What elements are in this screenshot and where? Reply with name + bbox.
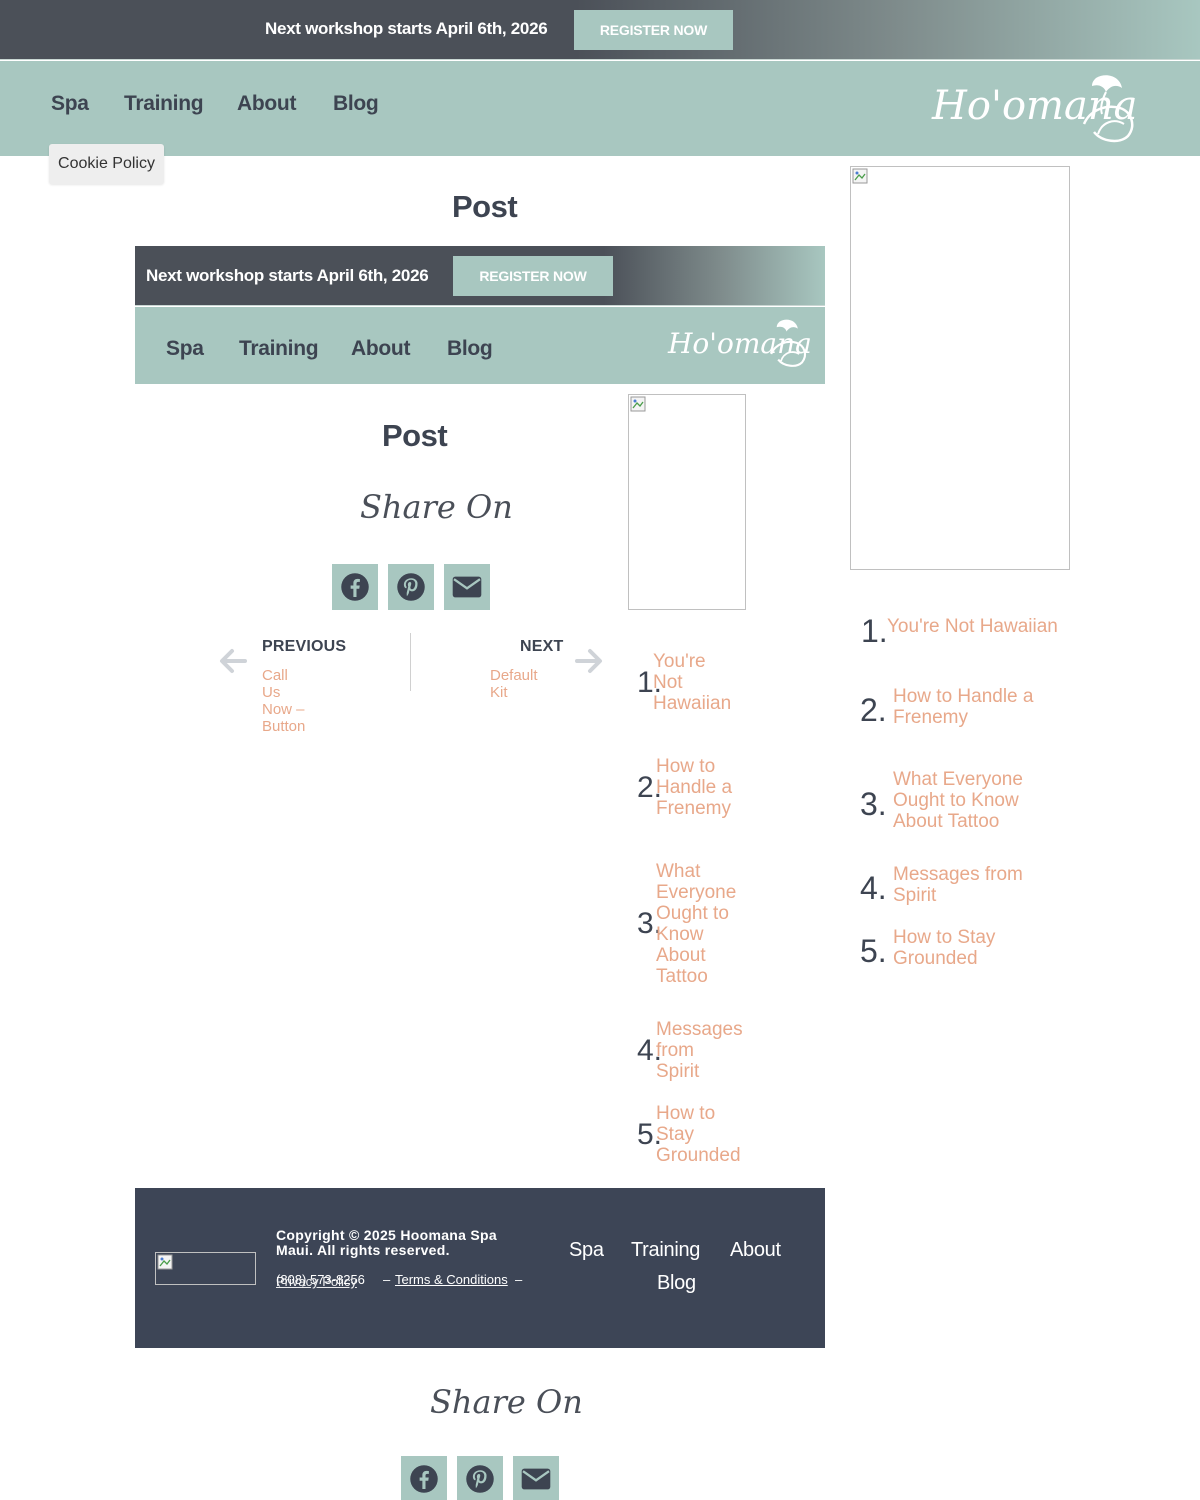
post-nav-divider	[410, 633, 411, 691]
nav-item-about[interactable]: About	[351, 337, 410, 361]
announcement-text: Next workshop starts April 6th, 2026	[265, 19, 548, 38]
footer-nav-blog[interactable]: Blog	[657, 1272, 696, 1295]
separator: –	[383, 1272, 391, 1287]
post-link[interactable]: How to Handle a Frenemy	[656, 756, 738, 819]
nav-item-about[interactable]: About	[237, 92, 296, 116]
list-number: 1.	[861, 613, 888, 649]
share-email-button[interactable]	[444, 564, 490, 610]
broken-image-icon	[157, 1254, 173, 1270]
share-on-heading: Share On	[360, 488, 513, 526]
post-link[interactable]: Messages from Spirit	[893, 864, 1033, 906]
post-link[interactable]: What Everyone Ought to Know About Tattoo	[893, 769, 1033, 832]
inner-page-title: Post	[382, 418, 448, 453]
previous-title: Call Us Now – Button	[262, 667, 306, 735]
post-link[interactable]: How to Stay Grounded	[656, 1103, 742, 1166]
arrow-right-icon	[575, 649, 602, 673]
wave-logo-icon	[770, 319, 807, 367]
list-number: 3.	[860, 786, 887, 822]
post-link[interactable]: You're Not Hawaiian	[887, 616, 1067, 637]
nav-item-training[interactable]: Training	[124, 92, 204, 116]
broken-image-icon	[630, 396, 646, 412]
list-number: 5.	[860, 933, 887, 969]
nav-item-spa[interactable]: Spa	[166, 337, 204, 361]
broken-image-icon	[852, 168, 868, 184]
nav-item-training[interactable]: Training	[239, 337, 319, 361]
next-label: NEXT	[520, 638, 564, 655]
site-footer: Copyright © 2025 Hoomana Spa Maui. All r…	[135, 1188, 825, 1348]
pinterest-icon	[397, 573, 425, 601]
facebook-icon	[341, 573, 369, 601]
share-pinterest-button[interactable]	[388, 564, 434, 610]
list-number: 2.	[860, 692, 887, 728]
previous-label: PREVIOUS	[262, 638, 347, 655]
footer-nav-spa[interactable]: Spa	[569, 1239, 604, 1262]
announcement-bar: Next workshop starts April 6th, 2026 REG…	[0, 0, 1200, 60]
footer-nav-about[interactable]: About	[730, 1239, 781, 1262]
announcement-text: Next workshop starts April 6th, 2026	[146, 266, 429, 285]
facebook-icon	[410, 1465, 438, 1493]
nav-item-blog[interactable]: Blog	[447, 337, 493, 361]
post-link[interactable]: What Everyone Ought to Know About Tattoo	[656, 861, 738, 987]
post-link[interactable]: How to Stay Grounded	[893, 927, 1023, 969]
cookie-policy-button[interactable]: Cookie Policy	[49, 144, 164, 184]
privacy-link[interactable]: Privacy Policy	[276, 1274, 357, 1289]
separator: –	[515, 1272, 523, 1287]
next-title: Default Kit	[490, 667, 538, 701]
envelope-icon	[452, 576, 482, 598]
nav-item-spa[interactable]: Spa	[51, 92, 89, 116]
pinterest-icon	[466, 1465, 494, 1493]
inner-announcement-bar: Next workshop starts April 6th, 2026 REG…	[135, 246, 825, 306]
page-title: Post	[452, 189, 518, 224]
post-link[interactable]: How to Handle a Frenemy	[893, 686, 1043, 728]
share-on-heading: Share On	[430, 1383, 583, 1421]
envelope-icon	[521, 1468, 551, 1490]
inner-main-nav: Spa Training About Blog Ho'omana	[135, 307, 825, 384]
share-facebook-button[interactable]	[401, 1456, 447, 1500]
post-link[interactable]: Messages from Spirit	[656, 1019, 743, 1082]
footer-logo-image	[155, 1252, 256, 1285]
copyright-text: Copyright © 2025 Hoomana Spa Maui. All r…	[276, 1227, 497, 1258]
post-link[interactable]: You're Not Hawaiian	[653, 651, 733, 714]
sidebar-image	[850, 166, 1070, 570]
register-now-button[interactable]: REGISTER NOW	[574, 10, 733, 50]
share-pinterest-button[interactable]	[457, 1456, 503, 1500]
list-number: 4.	[860, 870, 887, 906]
terms-link[interactable]: Terms & Conditions	[395, 1272, 508, 1287]
register-now-button[interactable]: REGISTER NOW	[453, 256, 613, 296]
share-facebook-button[interactable]	[332, 564, 378, 610]
arrow-left-icon	[220, 649, 247, 673]
nav-item-blog[interactable]: Blog	[333, 92, 379, 116]
footer-nav-training[interactable]: Training	[631, 1239, 700, 1262]
share-email-button[interactable]	[513, 1456, 559, 1500]
main-nav: Spa Training About Blog Ho'omana	[0, 61, 1200, 156]
inner-sidebar-image	[628, 394, 746, 610]
wave-logo-icon	[1082, 75, 1134, 143]
